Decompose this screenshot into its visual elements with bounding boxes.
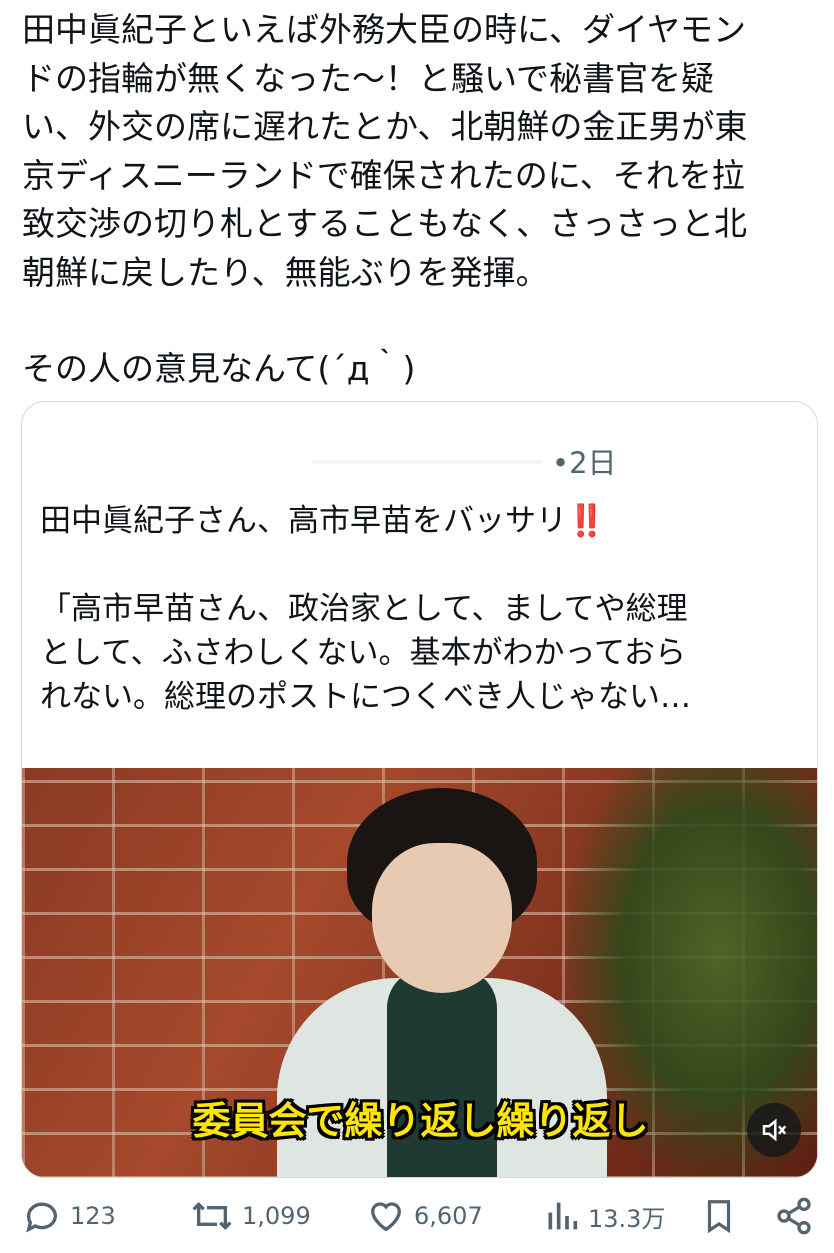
tweet-line: ドの指輪が無くなった〜！と騒いで秘書官を疑 xyxy=(22,58,715,98)
tweet-actions: 123 1,099 6,607 13.3万 xyxy=(0,1196,834,1252)
heart-icon xyxy=(370,1202,402,1232)
video-caption: 委員会で繰り返し繰り返し xyxy=(192,1099,649,1143)
muted-speaker-icon[interactable] xyxy=(747,1103,801,1157)
quote-headline: 田中眞紀子さん、高市早苗をバッサリ‼️ xyxy=(40,503,606,539)
quote-tweet-card[interactable]: •2日 田中眞紀子さん、高市早苗をバッサリ‼️ 「高市早苗さん、政治家として、ま… xyxy=(21,401,818,1178)
bookmark-icon xyxy=(707,1200,731,1234)
reply-button[interactable]: 123 xyxy=(22,1196,116,1236)
quote-body-line: れない。総理のポストにつくべき人じゃない… xyxy=(40,679,691,715)
quote-body-line: 「高市早苗さん、政治家として、ましてや総理 xyxy=(40,591,688,627)
repost-count: 1,099 xyxy=(242,1202,311,1230)
tweet-text: 田中眞紀子といえば外務大臣の時に、ダイヤモン ドの指輪が無くなった〜！と騒いで秘… xyxy=(22,6,822,394)
double-exclamation-icon: ‼️ xyxy=(567,503,606,539)
quote-header: •2日 xyxy=(22,440,817,480)
reply-count: 123 xyxy=(70,1202,116,1230)
like-button[interactable]: 6,607 xyxy=(366,1196,483,1236)
tweet-line: 致交渉の切り札とすることもなく、さっさっと北 xyxy=(22,204,748,243)
tweet-line: 田中眞紀子といえば外務大臣の時に、ダイヤモン xyxy=(22,10,747,49)
redacted-author xyxy=(312,460,542,464)
quote-text: 田中眞紀子さん、高市早苗をバッサリ‼️ 「高市早苗さん、政治家として、ましてや総… xyxy=(40,499,805,719)
tweet-line: 京ディスニーランドで確保されたのに、それを拉 xyxy=(22,155,745,195)
views-bar-chart-icon xyxy=(548,1202,578,1230)
video-player[interactable]: 委員会で繰り返し繰り返し xyxy=(22,768,817,1177)
bookmark-button[interactable] xyxy=(700,1196,738,1236)
quote-body-line: として、ふさわしくない。基本がわかっておら xyxy=(40,635,687,671)
tweet-line: その人の意見なんて(´д｀) xyxy=(22,349,416,388)
views-count: 13.3万 xyxy=(588,1204,666,1233)
quote-timestamp[interactable]: •2日 xyxy=(552,440,617,482)
repost-icon xyxy=(192,1201,232,1231)
views-button[interactable]: 13.3万 xyxy=(544,1196,665,1236)
share-icon xyxy=(777,1197,811,1235)
share-button[interactable] xyxy=(774,1196,814,1236)
tweet-line: い、外交の席に遅れたとか、北朝鮮の金正男が東 xyxy=(22,107,748,146)
like-count: 6,607 xyxy=(414,1202,483,1230)
repost-button[interactable]: 1,099 xyxy=(190,1196,311,1236)
tweet-line: 朝鮮に戻したり、無能ぶりを発揮。 xyxy=(22,252,549,292)
reply-icon xyxy=(26,1202,57,1233)
